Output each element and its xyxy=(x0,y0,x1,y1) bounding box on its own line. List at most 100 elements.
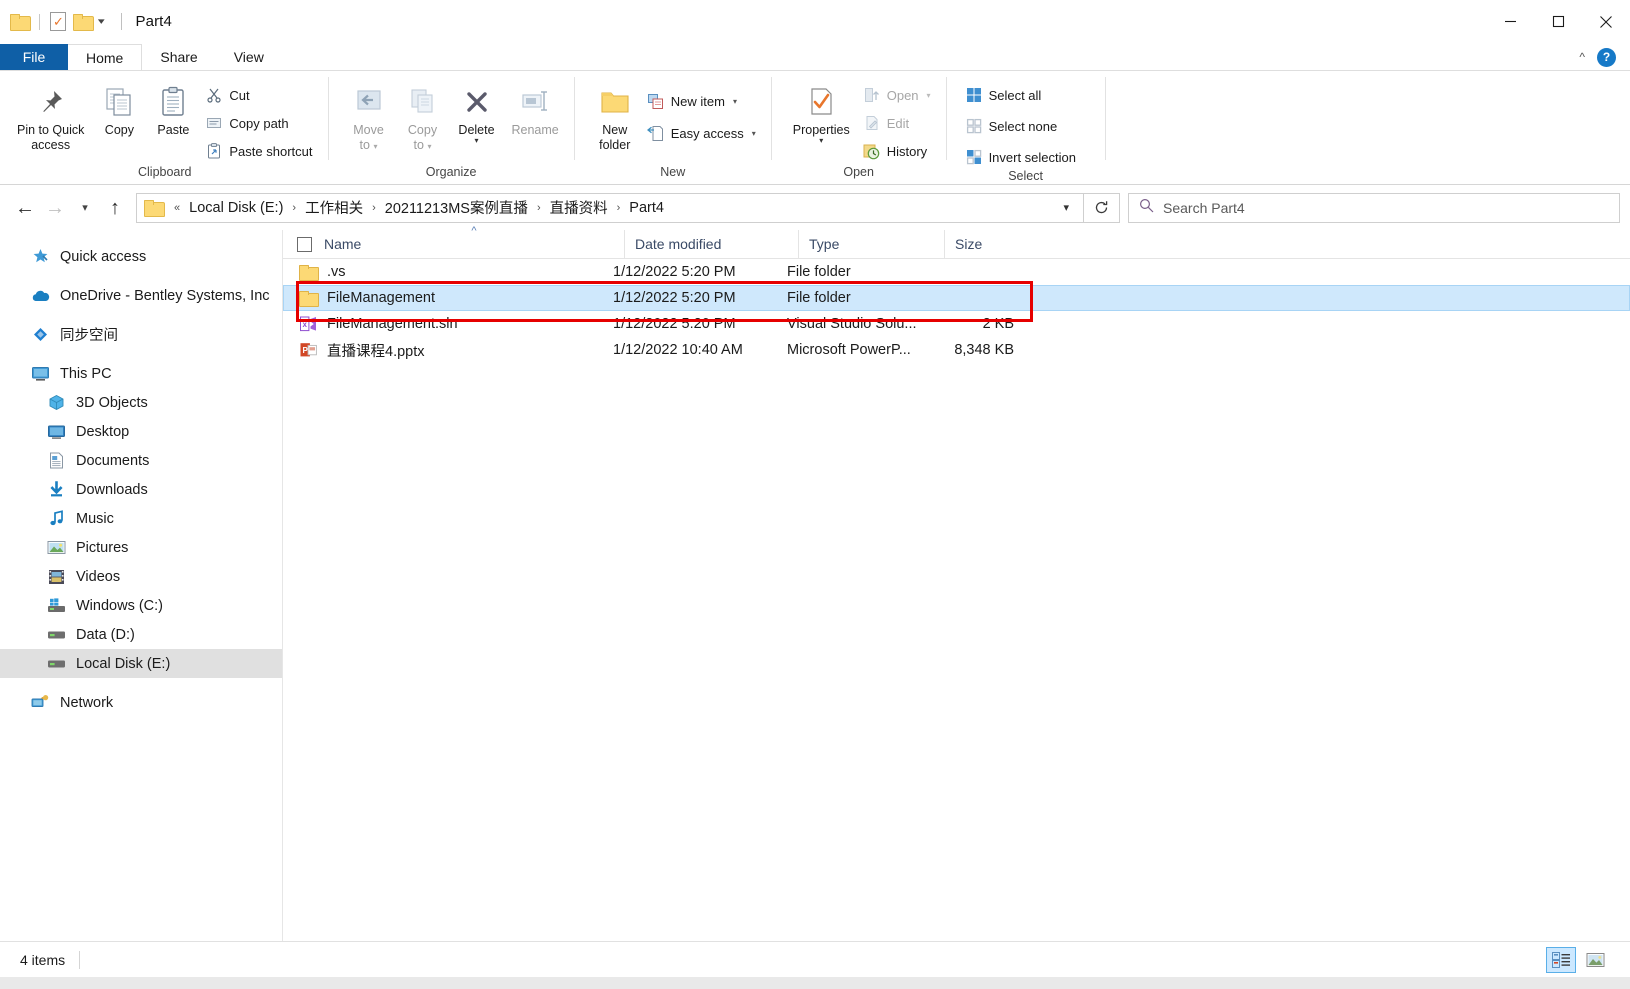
music-icon xyxy=(46,510,66,528)
copy-path-button[interactable]: Copy path xyxy=(201,111,319,135)
open-button[interactable]: Open ▾ xyxy=(859,83,938,107)
sidebar-item-documents[interactable]: Documents xyxy=(0,446,282,475)
select-none-button[interactable]: Select none xyxy=(961,114,1083,138)
copy-button[interactable]: Copy xyxy=(93,77,145,140)
up-button[interactable]: ↑ xyxy=(100,193,130,223)
sidebar-item-desktop[interactable]: Desktop xyxy=(0,417,282,446)
paste-shortcut-button[interactable]: Paste shortcut xyxy=(201,139,319,163)
select-all-button[interactable]: Select all xyxy=(961,83,1083,107)
pin-to-quick-access-button[interactable]: Pin to Quick access xyxy=(10,77,91,155)
drive-icon xyxy=(46,626,66,644)
refresh-button[interactable] xyxy=(1084,192,1120,223)
new-folder-button[interactable]: New folder xyxy=(589,77,641,155)
copy-to-label-2: to ▾ xyxy=(413,138,432,152)
delete-button[interactable]: Delete ▾ xyxy=(451,77,503,147)
new-item-label: New item xyxy=(670,93,725,109)
large-icons-view-button[interactable] xyxy=(1580,947,1610,973)
folder-icon[interactable] xyxy=(73,14,94,31)
breadcrumb-item-0[interactable]: Local Disk (E:) xyxy=(185,198,287,218)
pin-icon xyxy=(36,82,66,122)
open-small-commands: Open ▾ Edit History xyxy=(859,77,938,163)
tab-share[interactable]: Share xyxy=(142,44,215,70)
divider xyxy=(770,77,772,160)
breadcrumb-item-3[interactable]: 直播资料 xyxy=(546,195,612,220)
edit-icon xyxy=(863,114,881,132)
folder-icon[interactable] xyxy=(10,14,31,31)
search-box[interactable]: Search Part4 xyxy=(1128,192,1620,223)
invert-selection-button[interactable]: Invert selection xyxy=(961,145,1083,169)
sidebar-item-windows-c[interactable]: Windows (C:) xyxy=(0,591,282,620)
checked-document-icon[interactable]: ✓ xyxy=(50,12,66,31)
chevron-down-icon[interactable]: ▾ xyxy=(733,97,737,106)
breadcrumb-item-1[interactable]: 工作相关 xyxy=(301,195,367,220)
dropdown-caret-icon[interactable]: ▾ xyxy=(98,16,105,27)
paste-button[interactable]: Paste xyxy=(147,77,199,140)
chevron-down-icon[interactable]: ▾ xyxy=(752,129,756,138)
sidebar-label: Documents xyxy=(76,452,150,469)
cut-button[interactable]: Cut xyxy=(201,83,319,107)
sidebar-item-this-pc[interactable]: This PC xyxy=(0,359,282,388)
sidebar-item-local-disk-e[interactable]: Local Disk (E:) xyxy=(0,649,282,678)
recent-locations-button[interactable]: ▾ xyxy=(70,193,100,223)
sidebar-item-pictures[interactable]: Pictures xyxy=(0,533,282,562)
sidebar-item-music[interactable]: Music xyxy=(0,504,282,533)
details-view-button[interactable] xyxy=(1546,946,1576,973)
tab-home[interactable]: Home xyxy=(68,44,143,70)
address-dropdown-icon[interactable]: ▾ xyxy=(1053,201,1079,214)
table-row[interactable]: FileManagement 1/12/2022 5:20 PM File fo… xyxy=(283,285,1630,311)
chevron-down-icon[interactable]: ▾ xyxy=(927,91,931,100)
history-button[interactable]: History xyxy=(859,139,938,163)
column-header-size[interactable]: Size xyxy=(944,229,1041,259)
rename-button[interactable]: Rename xyxy=(505,77,566,140)
chevron-down-icon[interactable]: ▾ xyxy=(819,137,823,145)
tab-view[interactable]: View xyxy=(216,44,282,70)
address-bar[interactable]: « Local Disk (E:) › 工作相关 › 20211213MS案例直… xyxy=(136,192,1084,223)
paste-label: Paste xyxy=(157,123,190,137)
sidebar-item-quick-access[interactable]: Quick access xyxy=(0,242,282,271)
close-button[interactable] xyxy=(1582,0,1630,44)
breadcrumb-separator[interactable]: › xyxy=(532,202,546,214)
tab-file[interactable]: File xyxy=(0,44,68,70)
sidebar-item-downloads[interactable]: Downloads xyxy=(0,475,282,504)
file-name: 直播课程4.pptx xyxy=(327,343,425,360)
edit-button[interactable]: Edit xyxy=(859,111,938,135)
table-row[interactable]: P 直播课程4.pptx 1/12/2022 10:40 AM Microsof… xyxy=(283,337,1630,363)
breadcrumb-separator[interactable]: › xyxy=(287,202,301,214)
chevron-down-icon[interactable]: ▾ xyxy=(474,137,478,145)
chevron-up-icon[interactable]: ^ xyxy=(1579,50,1585,64)
group-label-organize: Organize xyxy=(425,165,477,179)
powerpoint-icon: P xyxy=(298,342,318,359)
new-item-button[interactable]: New item ▾ xyxy=(643,89,763,113)
sidebar-item-3d-objects[interactable]: 3D Objects xyxy=(0,388,282,417)
breadcrumb-separator[interactable]: › xyxy=(612,202,626,214)
column-header-date-modified[interactable]: Date modified xyxy=(624,229,798,259)
breadcrumb-item-4[interactable]: Part4 xyxy=(625,198,668,218)
maximize-button[interactable] xyxy=(1534,0,1582,44)
properties-button[interactable]: Properties ▾ xyxy=(786,77,857,147)
sidebar-item-onedrive[interactable]: OneDrive - Bentley Systems, Inc xyxy=(0,281,282,310)
forward-button[interactable]: → xyxy=(40,193,70,223)
breadcrumb-item-2[interactable]: 20211213MS案例直播 xyxy=(381,195,532,220)
move-to-button[interactable]: Move to ▾ xyxy=(343,77,395,155)
sidebar-item-videos[interactable]: Videos xyxy=(0,562,282,591)
sidebar-item-data-d[interactable]: Data (D:) xyxy=(0,620,282,649)
star-pin-icon xyxy=(30,248,50,266)
column-header-name[interactable]: ^ Name xyxy=(324,225,624,259)
search-input[interactable]: Search Part4 xyxy=(1163,200,1245,216)
downloads-icon xyxy=(46,481,66,499)
easy-access-button[interactable]: Easy access ▾ xyxy=(643,121,763,145)
sidebar-item-sync-space[interactable]: 同步空间 xyxy=(0,320,282,349)
copy-to-button[interactable]: Copy to ▾ xyxy=(397,77,449,155)
breadcrumb-separator[interactable]: › xyxy=(367,202,381,214)
back-button[interactable]: ← xyxy=(10,193,40,223)
minimize-button[interactable] xyxy=(1486,0,1534,44)
table-row[interactable]: x FileManagement.sln 1/12/2022 5:20 PM V… xyxy=(283,311,1630,337)
visual-studio-icon: x xyxy=(298,316,318,333)
column-header-type[interactable]: Type xyxy=(798,229,944,259)
select-all-checkbox[interactable] xyxy=(297,236,312,252)
table-row[interactable]: .vs 1/12/2022 5:20 PM File folder xyxy=(283,259,1630,285)
help-icon[interactable]: ? xyxy=(1597,47,1616,67)
sidebar-item-network[interactable]: Network xyxy=(0,688,282,717)
copy-to-label: Copy xyxy=(407,123,438,137)
